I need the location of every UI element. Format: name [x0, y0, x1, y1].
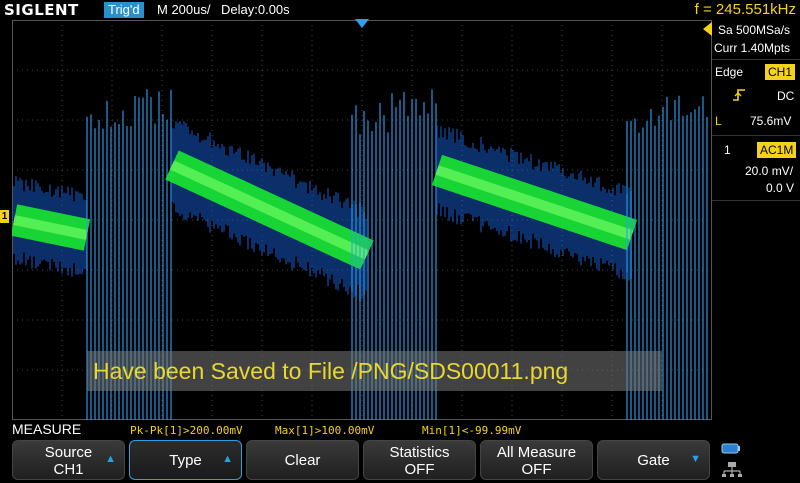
delay-readout[interactable]: Delay:0.00s [221, 2, 290, 18]
top-status-bar: SIGLENT Trig'd M 200us/ Delay:0.00s f = … [0, 0, 800, 20]
measure-title: MEASURE [12, 421, 81, 437]
waveform-display[interactable]: Have been Saved to File /PNG/SDS00011.pn… [12, 20, 712, 420]
all-measure-value: OFF [481, 461, 592, 478]
trigger-level-marker[interactable] [703, 22, 712, 36]
measure-value: Pk-Pk[1]>200.00mV [130, 424, 243, 437]
clear-button[interactable]: Clear [246, 440, 359, 480]
all-measure-button[interactable]: All Measure OFF [480, 440, 593, 480]
channel-number: 1 [724, 143, 731, 157]
statistics-button[interactable]: Statistics OFF [363, 440, 476, 480]
divider [712, 200, 800, 201]
frequency-readout: f = 245.551kHz [695, 1, 796, 18]
measure-value: Min[1]<-99.99mV [422, 424, 521, 437]
statistics-value: OFF [364, 461, 475, 478]
sample-rate: Sa 500MSa/s [718, 23, 790, 37]
save-notification: Have been Saved to File /PNG/SDS00011.pn… [87, 351, 662, 391]
chevron-up-icon: ▲ [222, 453, 233, 465]
trigger-status-badge: Trig'd [104, 2, 144, 18]
channel1-offset-marker[interactable]: 1 [0, 210, 9, 223]
trigger-source-badge: CH1 [765, 64, 795, 80]
network-icon [718, 440, 748, 478]
rising-edge-icon [732, 88, 746, 105]
type-button[interactable]: Type ▲ [129, 440, 242, 480]
divider [712, 59, 800, 60]
trigger-position-marker[interactable] [355, 19, 369, 28]
trigger-level: 75.6mV [750, 114, 791, 128]
divider [712, 135, 800, 136]
source-button[interactable]: Source CH1 ▲ [12, 440, 125, 480]
chevron-up-icon: ▲ [105, 453, 116, 465]
trigger-level-label: L [715, 114, 722, 128]
trigger-coupling: DC [777, 89, 794, 103]
channel-offset: 0.0 V [766, 181, 794, 195]
measure-bar: MEASURE Pk-Pk[1]>200.00mV Max[1]>100.00m… [0, 420, 800, 438]
measure-value: Max[1]>100.00mV [275, 424, 374, 437]
side-info-panel: Sa 500MSa/s Curr 1.40Mpts Edge CH1 DC L … [712, 20, 800, 420]
timebase-readout[interactable]: M 200us/ [157, 2, 210, 18]
chevron-down-icon: ▼ [690, 453, 701, 465]
clear-label: Clear [247, 452, 358, 469]
channel-coupling-badge: AC1M [757, 142, 796, 158]
volts-per-div: 20.0 mV/ [745, 164, 793, 178]
gate-button[interactable]: Gate ▼ [597, 440, 710, 480]
memory-depth: Curr 1.40Mpts [714, 41, 790, 55]
brand-logo: SIGLENT [4, 1, 79, 19]
trigger-type: Edge [715, 65, 743, 79]
all-measure-label: All Measure [481, 444, 592, 461]
statistics-label: Statistics [364, 444, 475, 461]
